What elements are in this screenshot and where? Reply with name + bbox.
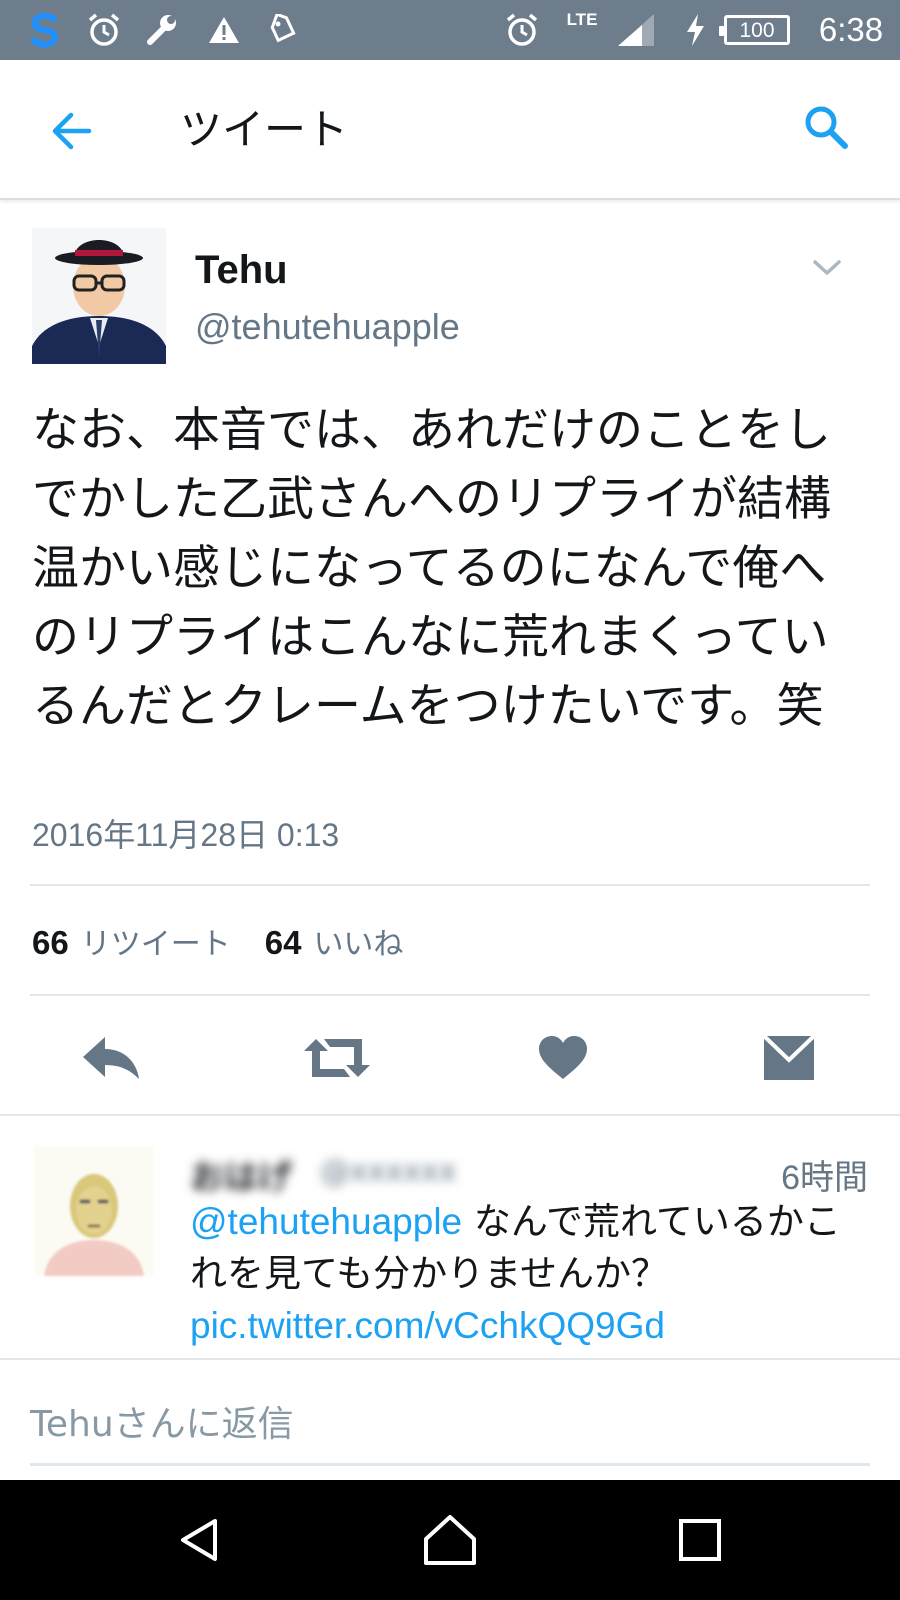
reply-tweet[interactable]: おはげ @xxxxxx 6時間 @tehutehuapple なんで荒れているか… [0,1116,900,1360]
reply-time: 6時間 [781,1159,868,1197]
nav-back-button[interactable] [160,1500,240,1580]
reply-text: @tehutehuapple なんで荒れているかこれを見ても分かりませんか？ p… [190,1196,870,1352]
search-icon [805,106,848,149]
like-count[interactable]: 64 いいね [265,919,404,963]
like-count-label: いいね [313,928,404,961]
like-count-value: 64 [264,924,302,961]
s-app-icon [22,0,68,60]
network-type: LTE [562,0,602,50]
divider [30,884,870,886]
wrench-icon [142,0,182,60]
chevron-down-icon [813,260,841,275]
reply-display-name[interactable]: おはげ [190,1150,292,1199]
tag-icon [262,0,302,60]
nav-recents-button[interactable] [660,1500,740,1580]
reply-screen-name[interactable]: @xxxxxx [320,1154,457,1189]
reply-button[interactable] [66,1022,156,1094]
nav-home-button[interactable] [410,1500,490,1580]
triangle-back-icon [181,1519,217,1561]
search-button[interactable] [795,96,857,158]
battery-level: 100 [739,18,775,42]
divider [30,994,870,996]
like-button[interactable] [518,1022,608,1094]
clock: 6:38 [808,0,894,60]
display-name[interactable]: Tehu [195,248,288,293]
page-title: ツイート [180,105,349,154]
mention-link[interactable]: @tehutehuapple [190,1201,462,1242]
divider [0,1358,900,1360]
back-button[interactable] [40,100,102,162]
screen-name[interactable]: @tehutehuapple [195,306,460,348]
tweet-timestamp: 2016年11月28日 0:13 [32,817,340,853]
signal-icon [614,0,658,60]
app-bar: ツイート [0,60,900,200]
tweet-stats: 66 リツイート 64 いいね [32,918,437,964]
direct-message-button[interactable] [744,1022,834,1094]
tweet-text: なお、本音では、あれだけのことをしでかした乙武さんへのリプライが結構温かい感じに… [32,403,831,734]
network-type-label: LTE [566,10,598,29]
avatar[interactable] [32,228,166,364]
status-time: 6:38 [818,11,884,48]
retweet-count-value: 66 [32,924,69,961]
pic-link[interactable]: pic.twitter.com/vCchkQQ9Gd [190,1300,870,1352]
retweet-button[interactable] [292,1022,382,1094]
navigation-bar [0,1480,900,1600]
reply-input[interactable]: Tehuさんに返信 [30,1392,870,1466]
battery-icon: 100 [718,0,796,60]
status-bar: LTE 100 6:38 [0,0,900,60]
reply-icon [83,1037,139,1079]
square-recents-icon [679,1519,721,1561]
tweet-menu-button[interactable] [805,250,849,286]
tweet-actions [0,1022,900,1094]
retweet-count[interactable]: 66 リツイート [32,919,231,963]
alarm-icon [502,0,542,60]
charging-icon [680,0,710,60]
warning-icon [204,0,244,60]
message-icon [762,1034,816,1080]
retweet-count-label: リツイート [80,928,231,961]
heart-icon [539,1036,587,1079]
reply-avatar[interactable] [34,1146,154,1276]
arrow-left-icon [52,112,92,150]
home-icon [424,1515,476,1565]
retweet-icon [304,1039,370,1077]
alarm-icon [84,0,124,60]
